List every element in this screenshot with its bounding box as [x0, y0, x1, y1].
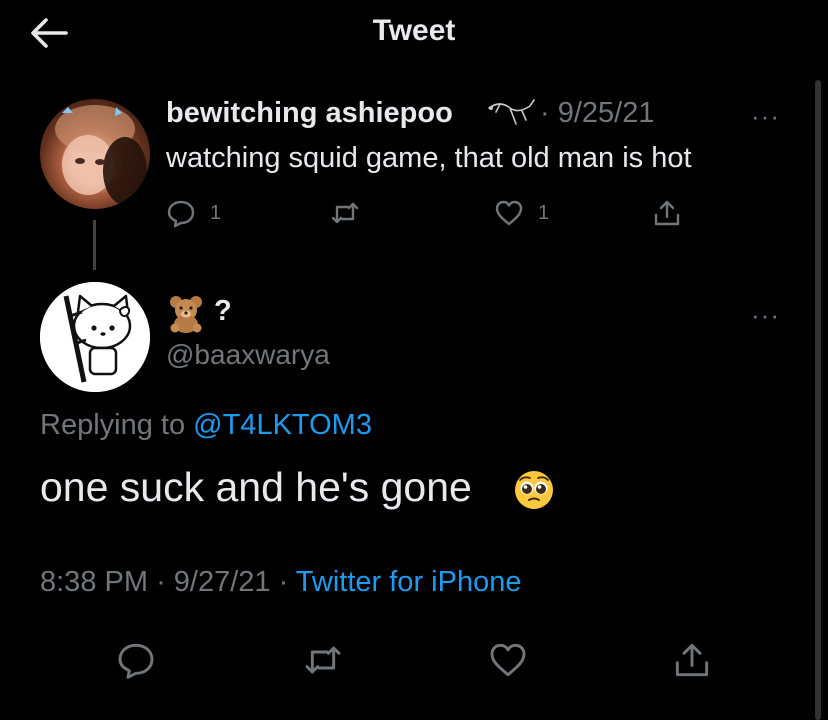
teddy-bear-emoji-icon: [166, 294, 206, 334]
user-handle[interactable]: @baaxwarya: [166, 339, 330, 371]
tweet-time: 8:38 PM: [40, 566, 148, 598]
share-icon: [675, 643, 709, 677]
replying-to-link[interactable]: @T4LKTOM3: [193, 409, 372, 441]
avatar[interactable]: [40, 99, 150, 209]
reply-button[interactable]: 1: [166, 196, 221, 230]
thread-connector: [93, 220, 96, 270]
retweet-button[interactable]: [303, 640, 343, 680]
replying-to-line: Replying to @T4LKTOM3: [40, 409, 372, 442]
retweet-icon: [331, 202, 359, 224]
share-button[interactable]: [672, 640, 712, 680]
heart-icon: [495, 200, 523, 226]
avatar[interactable]: [40, 282, 150, 392]
more-options-button[interactable]: ···: [751, 101, 780, 132]
share-icon: [654, 200, 680, 226]
share-button[interactable]: [652, 196, 682, 230]
like-count: 1: [538, 201, 550, 224]
tweet-text: watching squid game, that old man is hot: [166, 142, 692, 174]
more-options-button[interactable]: ···: [751, 300, 780, 331]
reply-icon: [118, 643, 154, 679]
lizard-decoration-icon: [486, 96, 536, 132]
reply-count: 1: [210, 201, 222, 224]
page-title: Tweet: [372, 14, 456, 47]
display-name[interactable]: bewitching ashiepoo: [166, 97, 453, 130]
tweet-text: one suck and he's gone: [40, 464, 472, 510]
tweet-date[interactable]: · 9/25/21: [540, 97, 654, 130]
tweet-metadata: 8:38 PM · 9/27/21 · Twitter for iPhone: [40, 566, 521, 599]
pleading-face-emoji-icon: [513, 469, 555, 511]
display-name[interactable]: ?: [214, 295, 232, 328]
tweet-date: · 9/27/21 ·: [156, 566, 289, 598]
tweet-source-link[interactable]: Twitter for iPhone: [296, 566, 522, 598]
retweet-button[interactable]: [330, 196, 360, 230]
like-button[interactable]: [488, 640, 528, 680]
reply-button[interactable]: [116, 640, 156, 680]
replying-to-label: Replying to: [40, 409, 194, 441]
like-button[interactable]: 1: [494, 196, 549, 230]
scrollbar[interactable]: [815, 80, 821, 720]
heart-icon: [490, 643, 526, 677]
retweet-icon: [305, 646, 341, 674]
avatar-photo: [55, 105, 147, 205]
hello-kitty-avatar: [40, 282, 150, 392]
reply-icon: [167, 200, 195, 228]
